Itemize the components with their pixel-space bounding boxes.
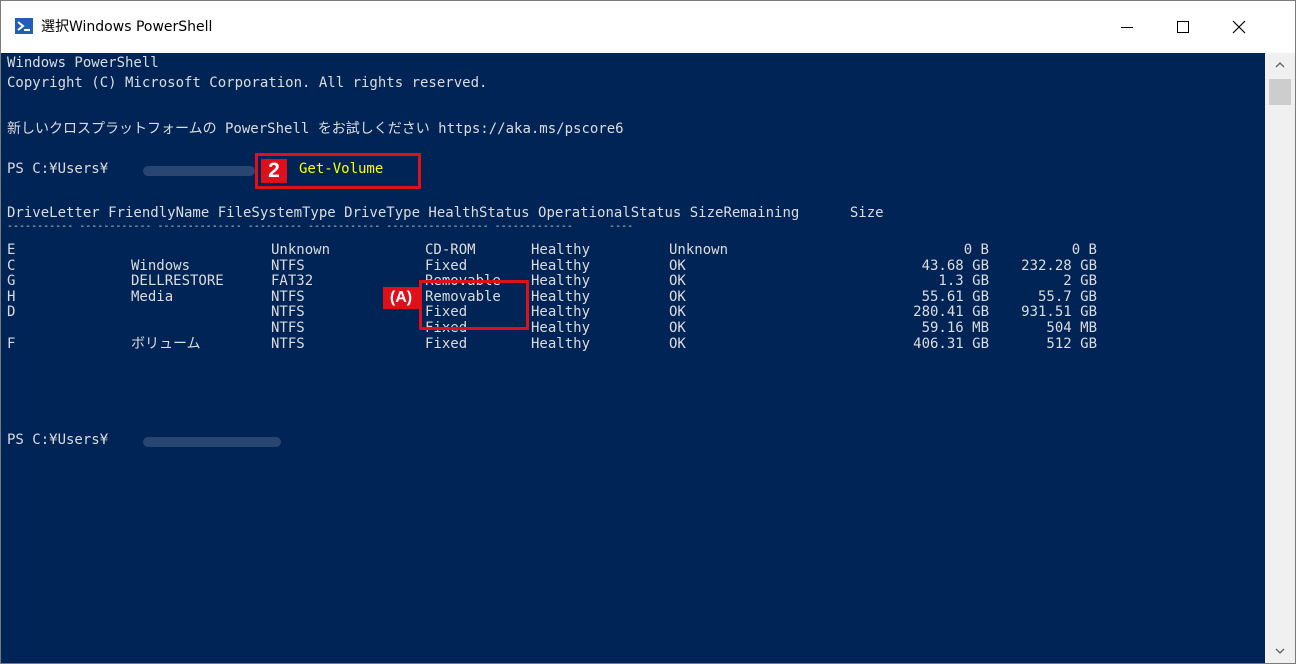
cell-size-remaining: 0 B bbox=[963, 242, 989, 258]
cell-filesystem-type: Unknown bbox=[271, 242, 331, 258]
step-badge: 2 bbox=[261, 159, 287, 183]
cell-friendly-name: Windows bbox=[131, 257, 191, 274]
cell-size-remaining: 1.3 GB bbox=[938, 273, 989, 290]
promo-line: 新しいクロスプラットフォームの PowerShell をお試しください http… bbox=[7, 121, 624, 137]
powershell-window: 選択Windows PowerShell Windows PowerShell … bbox=[0, 0, 1296, 664]
cell-size: 0 B bbox=[1071, 242, 1097, 258]
console-output[interactable]: Windows PowerShell Copyright (C) Microso… bbox=[1, 53, 1265, 663]
cell-filesystem-type: FAT32 bbox=[271, 273, 314, 290]
cell-drive-letter: E bbox=[7, 242, 16, 258]
cell-size-remaining: 280.41 GB bbox=[913, 304, 989, 321]
cell-health-status: Healthy bbox=[531, 242, 591, 258]
minimize-button[interactable] bbox=[1099, 1, 1155, 53]
cell-friendly-name: DELLRESTORE bbox=[131, 273, 224, 290]
scroll-down-button[interactable] bbox=[1265, 639, 1295, 663]
cell-size-remaining: 55.61 GB bbox=[921, 288, 989, 305]
cell-drive-type: Fixed bbox=[425, 257, 468, 274]
cell-health-status: Healthy bbox=[531, 288, 591, 305]
minimize-icon bbox=[1121, 27, 1133, 28]
cell-health-status: Healthy bbox=[531, 273, 591, 290]
scroll-up-button[interactable] bbox=[1265, 53, 1295, 77]
title-bar[interactable]: 選択Windows PowerShell bbox=[1, 1, 1295, 53]
cell-size-remaining: 406.31 GB bbox=[913, 335, 989, 352]
maximize-icon bbox=[1177, 21, 1189, 33]
chevron-down-icon bbox=[1275, 648, 1285, 654]
cell-operational-status: OK bbox=[669, 273, 686, 290]
cell-friendly-name: ボリューム bbox=[131, 335, 201, 352]
cell-filesystem-type: NTFS bbox=[271, 288, 305, 305]
cell-size: 232.28 GB bbox=[1021, 257, 1097, 274]
redacted-username-2 bbox=[143, 437, 281, 447]
table-separator: ----------- ------------ -------------- … bbox=[7, 221, 634, 232]
cell-drive-type: CD-ROM bbox=[425, 242, 476, 258]
prompt-line-1: PS C:¥Users¥ bbox=[7, 161, 109, 177]
cell-operational-status: OK bbox=[669, 257, 686, 274]
cell-health-status: Healthy bbox=[531, 257, 591, 274]
chevron-up-icon bbox=[1275, 62, 1285, 68]
cell-health-status: Healthy bbox=[531, 320, 591, 336]
removable-highlight bbox=[419, 280, 529, 330]
cell-size-remaining: 43.68 GB bbox=[921, 257, 989, 274]
cell-operational-status: OK bbox=[669, 335, 686, 352]
cell-operational-status: OK bbox=[669, 304, 686, 321]
vertical-scrollbar[interactable] bbox=[1265, 53, 1295, 663]
cell-size: 504 MB bbox=[1046, 320, 1097, 336]
prompt-line-2: PS C:¥Users¥ bbox=[7, 432, 109, 448]
cell-health-status: Healthy bbox=[531, 304, 591, 321]
banner-line-2: Copyright (C) Microsoft Corporation. All… bbox=[7, 75, 488, 91]
cell-filesystem-type: NTFS bbox=[271, 257, 305, 274]
close-button[interactable] bbox=[1211, 1, 1267, 53]
cell-drive-letter: H bbox=[7, 288, 16, 305]
cell-drive-type: Fixed bbox=[425, 335, 468, 352]
cell-size: 512 GB bbox=[1046, 335, 1097, 352]
redacted-username bbox=[143, 166, 255, 176]
cell-drive-letter: G bbox=[7, 273, 16, 290]
cell-filesystem-type: NTFS bbox=[271, 304, 305, 321]
powershell-icon bbox=[15, 18, 33, 34]
cell-operational-status: OK bbox=[669, 288, 686, 305]
maximize-button[interactable] bbox=[1155, 1, 1211, 53]
cell-size: 931.51 GB bbox=[1021, 304, 1097, 321]
cell-size: 2 GB bbox=[1063, 273, 1097, 290]
cell-size-remaining: 59.16 MB bbox=[921, 320, 989, 336]
cell-size: 55.7 GB bbox=[1037, 288, 1097, 305]
cell-filesystem-type: NTFS bbox=[271, 335, 305, 352]
cell-drive-letter: F bbox=[7, 335, 16, 352]
window-title: 選択Windows PowerShell bbox=[41, 19, 213, 35]
cell-filesystem-type: NTFS bbox=[271, 320, 305, 336]
cell-health-status: Healthy bbox=[531, 335, 591, 352]
callout-badge: (A) bbox=[383, 287, 419, 309]
scroll-thumb[interactable] bbox=[1269, 79, 1291, 105]
cell-drive-letter: D bbox=[7, 304, 16, 321]
banner-line-1: Windows PowerShell bbox=[7, 55, 159, 71]
cell-operational-status: Unknown bbox=[669, 242, 729, 258]
close-icon bbox=[1232, 20, 1246, 34]
cell-operational-status: OK bbox=[669, 320, 686, 336]
cell-drive-letter: C bbox=[7, 257, 16, 274]
cell-friendly-name: Media bbox=[131, 288, 174, 305]
